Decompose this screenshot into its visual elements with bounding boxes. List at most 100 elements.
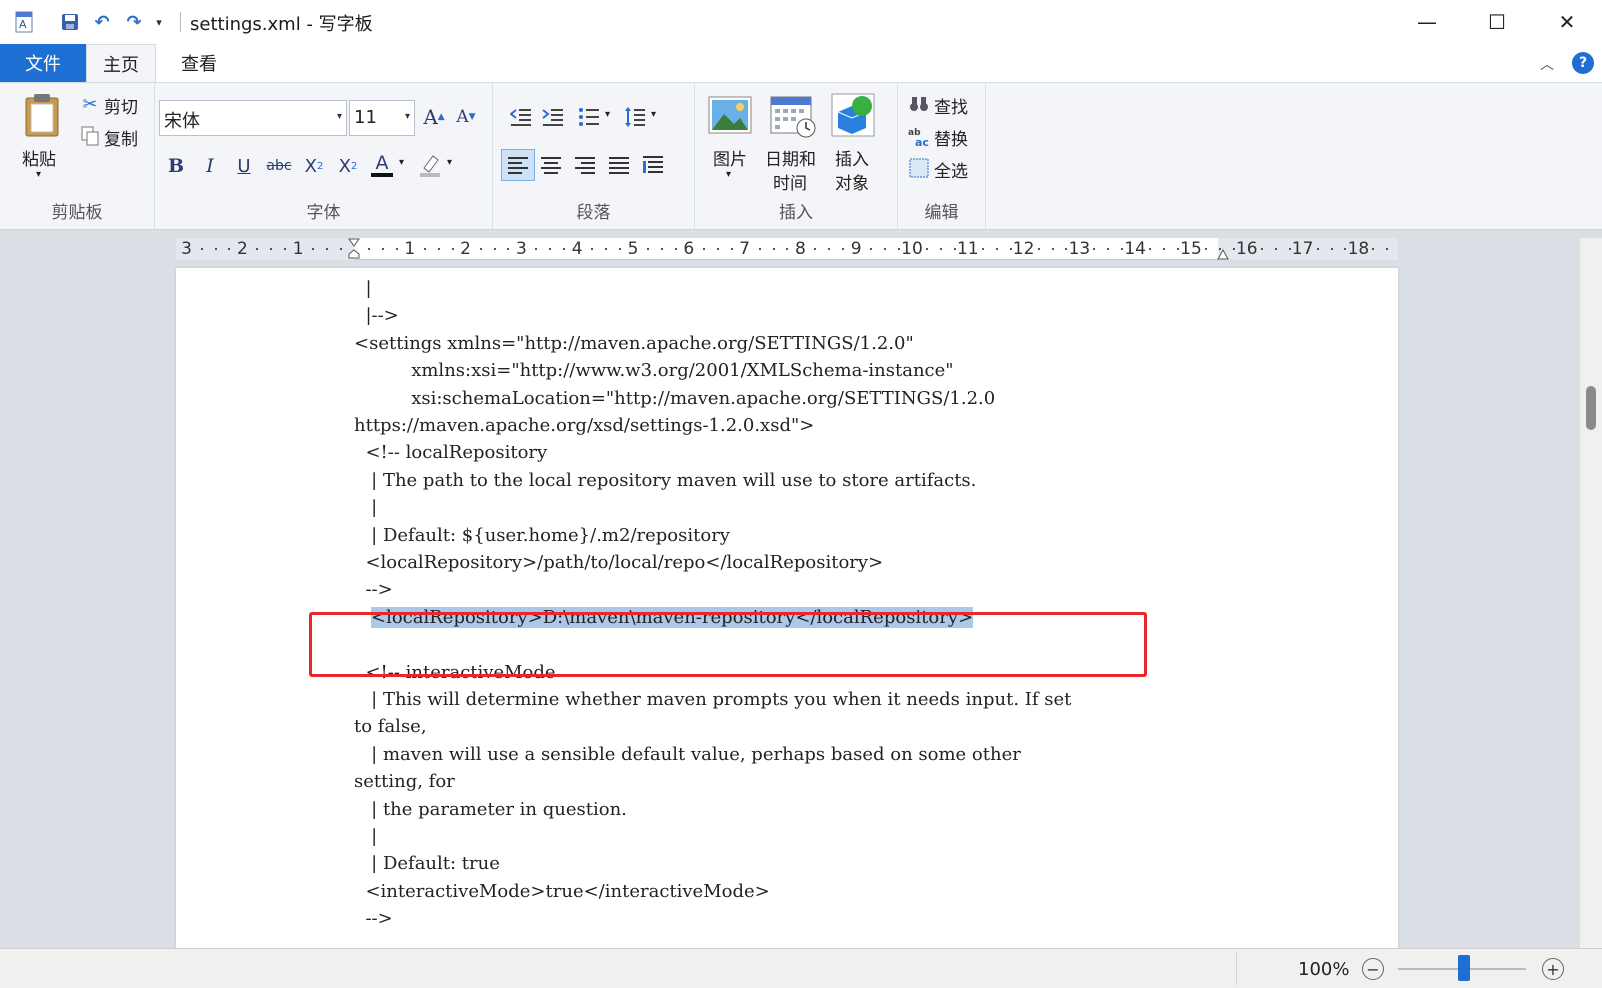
wordpad-app-icon[interactable]: A — [12, 10, 36, 34]
document-line[interactable]: | — [354, 278, 371, 299]
maximize-button[interactable]: ☐ — [1462, 0, 1532, 44]
document-line[interactable]: <interactiveMode>true</interactiveMode> — [354, 881, 769, 902]
font-family-select[interactable]: 宋体 ▾ — [159, 100, 347, 136]
document-line[interactable]: | Default: true — [354, 853, 500, 874]
highlight-icon[interactable] — [417, 149, 443, 181]
document-line[interactable]: | maven will use a sensible default valu… — [354, 744, 1021, 765]
document-line[interactable]: <settings xmlns="http://maven.apache.org… — [354, 333, 914, 354]
ruler-number: 6 — [683, 239, 695, 259]
calendar-icon[interactable] — [769, 93, 817, 139]
select-all-icon[interactable] — [908, 157, 930, 179]
document-line[interactable]: | the parameter in question. — [354, 799, 627, 820]
document-line[interactable]: | Default: ${user.home}/.m2/repository — [354, 525, 730, 546]
insert-object-label[interactable]: 插入 — [835, 145, 869, 170]
tab-home[interactable]: 主页 — [86, 44, 156, 82]
replace-icon[interactable]: ab ac — [906, 125, 932, 149]
zoom-slider-thumb[interactable] — [1458, 955, 1470, 981]
help-icon[interactable]: ? — [1572, 52, 1594, 74]
cut-button-label[interactable]: 剪切 — [104, 93, 138, 118]
document-page[interactable]: | |--> <settings xmlns="http://maven.apac… — [176, 268, 1398, 948]
tab-file[interactable]: 文件 — [0, 44, 86, 82]
bullet-list-icon[interactable] — [577, 105, 601, 129]
ruler-tick — [1051, 248, 1054, 250]
insert-object-label-2[interactable]: 对象 — [835, 169, 869, 194]
ruler-number: 7 — [739, 239, 751, 259]
insert-object-icon[interactable] — [829, 91, 877, 139]
ruler-number: 15 — [1180, 239, 1202, 259]
document-line[interactable]: https://maven.apache.org/xsd/settings-1.… — [354, 415, 814, 436]
collapse-ribbon-icon[interactable]: ︿ — [1540, 54, 1554, 74]
line-spacing-icon[interactable] — [623, 105, 647, 129]
line-spacing-dropdown-icon[interactable]: ▾ — [651, 109, 656, 120]
picture-icon[interactable] — [707, 95, 753, 135]
datetime-button-label[interactable]: 日期和 — [765, 145, 816, 170]
cut-icon[interactable]: ✂ — [80, 93, 100, 115]
increase-indent-icon[interactable] — [541, 105, 565, 129]
font-size-select[interactable]: 11 ▾ — [349, 100, 415, 136]
paragraph-settings-icon[interactable] — [637, 149, 669, 181]
ruler-tick — [619, 248, 622, 250]
document-line[interactable]: <localRepository>/path/to/local/repo</lo… — [354, 552, 883, 573]
document-line[interactable]: | — [354, 826, 377, 847]
copy-icon[interactable] — [80, 125, 100, 147]
document-line[interactable]: <!-- localRepository — [354, 442, 547, 463]
highlight-dropdown-icon[interactable]: ▾ — [447, 157, 452, 168]
customize-quick-access-icon[interactable]: ▾ — [152, 10, 166, 34]
document-line[interactable]: to false, — [354, 716, 427, 737]
ruler-tick — [842, 248, 845, 250]
paste-icon[interactable] — [20, 91, 64, 139]
copy-button-label[interactable]: 复制 — [104, 125, 138, 150]
binoculars-icon[interactable] — [908, 93, 930, 115]
subscript-icon[interactable]: X2 — [301, 151, 327, 181]
save-icon[interactable] — [58, 10, 82, 34]
align-center-icon[interactable] — [535, 149, 567, 181]
grow-font-icon[interactable]: A ▲ — [421, 103, 447, 131]
undo-icon[interactable]: ↶ — [90, 10, 114, 34]
superscript-icon[interactable]: X2 — [335, 151, 361, 181]
vertical-scrollbar[interactable] — [1580, 238, 1602, 948]
bullet-list-dropdown-icon[interactable]: ▾ — [605, 109, 610, 120]
align-left-icon[interactable] — [501, 149, 535, 181]
right-indent-marker[interactable] — [1216, 244, 1230, 260]
first-line-indent-marker[interactable] — [347, 238, 361, 260]
paste-dropdown-icon[interactable]: ▾ — [36, 169, 41, 180]
align-right-icon[interactable] — [569, 149, 601, 181]
tab-view[interactable]: 查看 — [164, 44, 234, 82]
ruler-tick — [646, 248, 649, 250]
zoom-out-button[interactable]: − — [1362, 958, 1384, 980]
document-line[interactable]: | This will determine whether maven prom… — [354, 689, 1071, 710]
ruler[interactable]: 3 2 1 1 2 3 4 5 6 7 8 9 10 11 12 13 14 15 16 17 18 — [176, 238, 1398, 260]
document-line[interactable]: | — [354, 497, 377, 518]
strikethrough-icon[interactable]: abc — [263, 151, 295, 181]
redo-icon[interactable]: ↷ — [122, 10, 146, 34]
ruler-tick — [1232, 248, 1235, 250]
decrease-indent-icon[interactable] — [509, 105, 533, 129]
paste-button-label[interactable]: 粘贴 — [22, 145, 56, 170]
document-line[interactable]: xmlns:xsi="http://www.w3.org/2001/XMLSch… — [354, 360, 953, 381]
ruler-tick — [549, 248, 552, 250]
document-line[interactable]: xsi:schemaLocation="http://maven.apache.… — [354, 388, 995, 409]
font-color-dropdown-icon[interactable]: ▾ — [399, 157, 404, 168]
minimize-button[interactable]: — — [1392, 0, 1462, 44]
close-button[interactable]: ✕ — [1532, 0, 1602, 44]
ruler-tick — [493, 248, 496, 250]
datetime-button-label-2[interactable]: 时间 — [773, 169, 807, 194]
picture-button-label[interactable]: 图片 — [713, 145, 747, 170]
document-line[interactable]: --> — [354, 908, 392, 929]
document-line[interactable]: setting, for — [354, 771, 455, 792]
scrollbar-thumb[interactable] — [1586, 386, 1596, 430]
underline-icon[interactable]: U — [231, 151, 257, 181]
font-color-icon[interactable]: A — [369, 149, 395, 181]
justify-icon[interactable] — [603, 149, 635, 181]
replace-button-label[interactable]: 替换 — [934, 125, 968, 150]
find-button-label[interactable]: 查找 — [934, 93, 968, 118]
bold-icon[interactable]: B — [163, 151, 189, 181]
italic-icon[interactable]: I — [197, 151, 223, 181]
zoom-in-button[interactable]: + — [1542, 958, 1564, 980]
select-all-button-label[interactable]: 全选 — [934, 157, 968, 182]
document-line[interactable]: |--> — [354, 305, 398, 326]
document-line[interactable]: | The path to the local repository maven… — [354, 470, 976, 491]
shrink-font-icon[interactable]: A ▼ — [453, 103, 479, 131]
document-line[interactable]: --> — [354, 579, 392, 600]
ruler-number: 11 — [956, 239, 979, 259]
